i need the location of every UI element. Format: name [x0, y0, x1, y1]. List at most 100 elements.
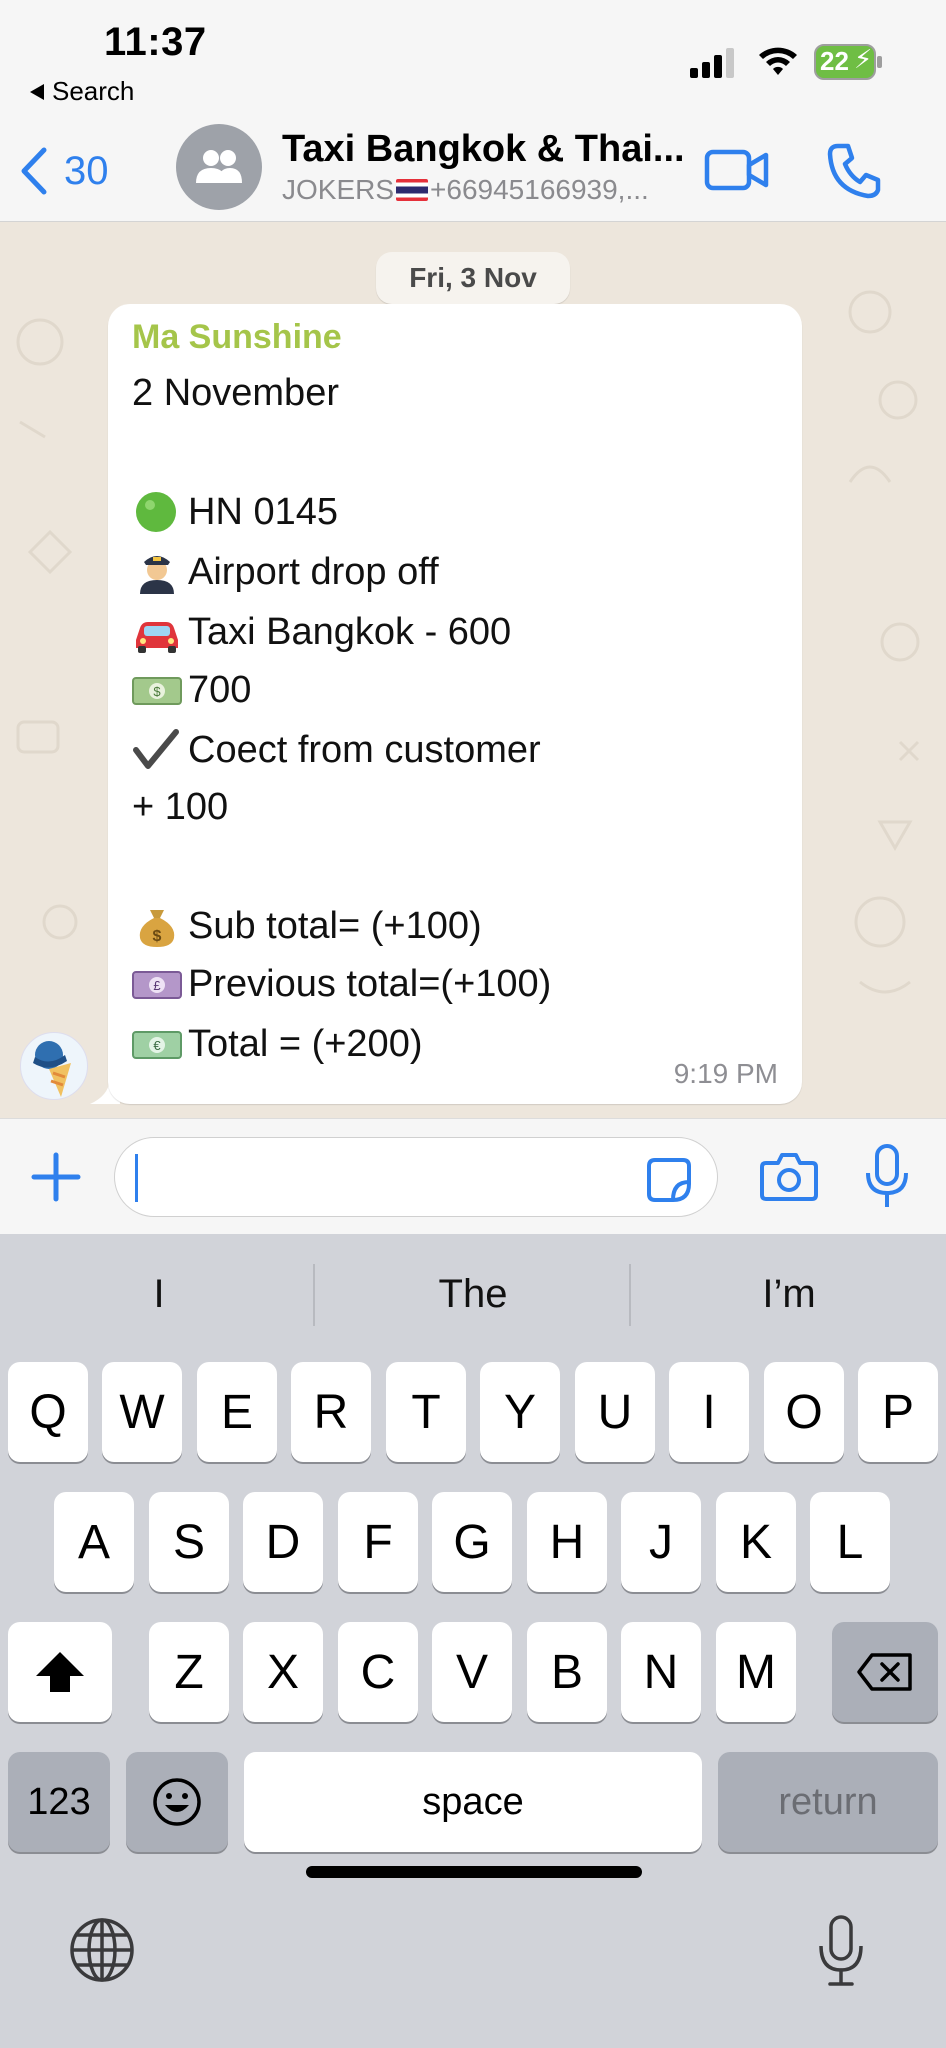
key-k[interactable]: K	[716, 1492, 796, 1592]
message-line: Coect from customer	[132, 728, 541, 772]
suggestion-3[interactable]: I’m	[632, 1264, 946, 1324]
key-f[interactable]: F	[338, 1492, 418, 1592]
message-timestamp: 9:19 PM	[673, 1058, 778, 1089]
emoji-key[interactable]	[126, 1752, 228, 1852]
microphone-icon[interactable]	[864, 1143, 910, 1211]
message-input[interactable]	[114, 1137, 718, 1217]
globe-icon[interactable]	[68, 1916, 136, 1984]
message-line: HN 0145	[132, 490, 338, 534]
phone-icon[interactable]	[826, 140, 882, 200]
message-line: Taxi Bangkok - 600	[132, 610, 511, 654]
dollar-bill-icon: $	[132, 668, 182, 712]
key-z[interactable]: Z	[149, 1622, 229, 1722]
key-t[interactable]: T	[386, 1362, 466, 1462]
message-bubble[interactable]: Ma Sunshine 2 November HN 0145 Airport d…	[108, 304, 802, 1104]
subtitle-members: +66945166939,...	[430, 174, 649, 205]
key-e[interactable]: E	[197, 1362, 277, 1462]
battery-level: 22	[820, 46, 849, 76]
numbers-key[interactable]: 123	[8, 1752, 110, 1852]
chat-subtitle[interactable]: JOKERS +66945166939,...	[282, 174, 649, 206]
key-p[interactable]: P	[858, 1362, 938, 1462]
message-line: + 100	[132, 786, 228, 829]
sender-avatar[interactable]	[20, 1032, 88, 1100]
green-circle-icon	[132, 490, 182, 534]
message-line: $ 700	[132, 668, 251, 712]
back-triangle-icon	[30, 83, 44, 100]
space-key[interactable]: space	[244, 1752, 702, 1852]
euro-note-icon: €	[132, 1022, 182, 1066]
chat-title[interactable]: Taxi Bangkok & Thai...	[282, 128, 685, 171]
status-time: 11:37	[104, 20, 207, 64]
cellular-signal-icon	[690, 48, 734, 78]
message-sender[interactable]: Ma Sunshine	[132, 318, 342, 357]
suggestion-1[interactable]: I	[2, 1264, 316, 1324]
key-h[interactable]: H	[527, 1492, 607, 1592]
back-to-app-link[interactable]: Search	[30, 76, 134, 107]
key-l[interactable]: L	[810, 1492, 890, 1592]
backspace-icon	[857, 1653, 912, 1691]
money-bag-icon: $	[132, 904, 182, 948]
suggestion-2[interactable]: The	[316, 1264, 630, 1324]
message-line: £ Previous total=(+100)	[132, 962, 551, 1006]
keyboard: I The I’m Q W E R T Y U I O P A S D F G …	[0, 1234, 946, 2048]
key-m[interactable]: M	[716, 1622, 796, 1722]
key-x[interactable]: X	[243, 1622, 323, 1722]
key-v[interactable]: V	[432, 1622, 512, 1722]
suggestion-divider	[313, 1264, 315, 1326]
key-o[interactable]: O	[764, 1362, 844, 1462]
key-w[interactable]: W	[102, 1362, 182, 1462]
car-icon	[132, 610, 182, 654]
home-indicator[interactable]	[306, 1866, 642, 1878]
dictation-mic-icon[interactable]	[816, 1914, 866, 1988]
text-caret	[135, 1154, 138, 1202]
message-line-text: Airport drop off	[188, 550, 439, 593]
status-bar: 11:37 Search 22 ⚡	[0, 0, 946, 120]
back-to-app-label: Search	[52, 76, 135, 106]
message-line: € Total = (+200)	[132, 1022, 422, 1066]
key-r[interactable]: R	[291, 1362, 371, 1462]
video-call-icon[interactable]	[704, 144, 770, 196]
backspace-key[interactable]	[832, 1622, 938, 1722]
key-s[interactable]: S	[149, 1492, 229, 1592]
message-line-text: Sub total= (+100)	[188, 904, 482, 947]
charging-bolt-icon: ⚡	[854, 44, 873, 74]
message-line-text: + 100	[132, 786, 229, 828]
message-line-text: Coect from customer	[188, 728, 541, 771]
key-b[interactable]: B	[527, 1622, 607, 1722]
message-line: 2 November	[132, 372, 339, 415]
plus-icon[interactable]	[30, 1151, 82, 1203]
key-g[interactable]: G	[432, 1492, 512, 1592]
shift-key[interactable]	[8, 1622, 112, 1722]
check-mark-icon	[132, 728, 182, 772]
key-q[interactable]: Q	[8, 1362, 88, 1462]
message-line-text: Taxi Bangkok - 600	[188, 610, 512, 653]
return-key[interactable]: return	[718, 1752, 938, 1852]
composer-bar	[0, 1118, 946, 1234]
subtitle-group-name: JOKERS	[282, 174, 395, 205]
pound-note-icon: £	[132, 962, 182, 1006]
suggestion-divider	[629, 1264, 631, 1326]
key-a[interactable]: A	[54, 1492, 134, 1592]
key-c[interactable]: C	[338, 1622, 418, 1722]
chevron-left-icon	[21, 147, 47, 195]
key-j[interactable]: J	[621, 1492, 701, 1592]
thailand-flag-icon	[396, 179, 429, 201]
emoji-icon	[153, 1778, 201, 1826]
wifi-icon	[759, 47, 797, 75]
key-n[interactable]: N	[621, 1622, 701, 1722]
key-d[interactable]: D	[243, 1492, 323, 1592]
group-avatar-icon	[196, 150, 242, 183]
sticker-icon[interactable]	[645, 1156, 693, 1204]
group-avatar[interactable]	[176, 124, 262, 210]
date-separator: Fri, 3 Nov	[376, 252, 570, 304]
key-i[interactable]: I	[669, 1362, 749, 1462]
back-button[interactable]: 30	[18, 140, 109, 202]
message-line-text: HN 0145	[188, 490, 338, 533]
key-u[interactable]: U	[575, 1362, 655, 1462]
camera-icon[interactable]	[760, 1151, 818, 1201]
chat-area[interactable]: Fri, 3 Nov Ma Sunshine 2 November HN 014…	[0, 222, 946, 1118]
message-line-text: 2 November	[132, 372, 339, 414]
message-line-text: Total = (+200)	[188, 1022, 423, 1065]
svg-text:€: €	[153, 1038, 161, 1053]
key-y[interactable]: Y	[480, 1362, 560, 1462]
